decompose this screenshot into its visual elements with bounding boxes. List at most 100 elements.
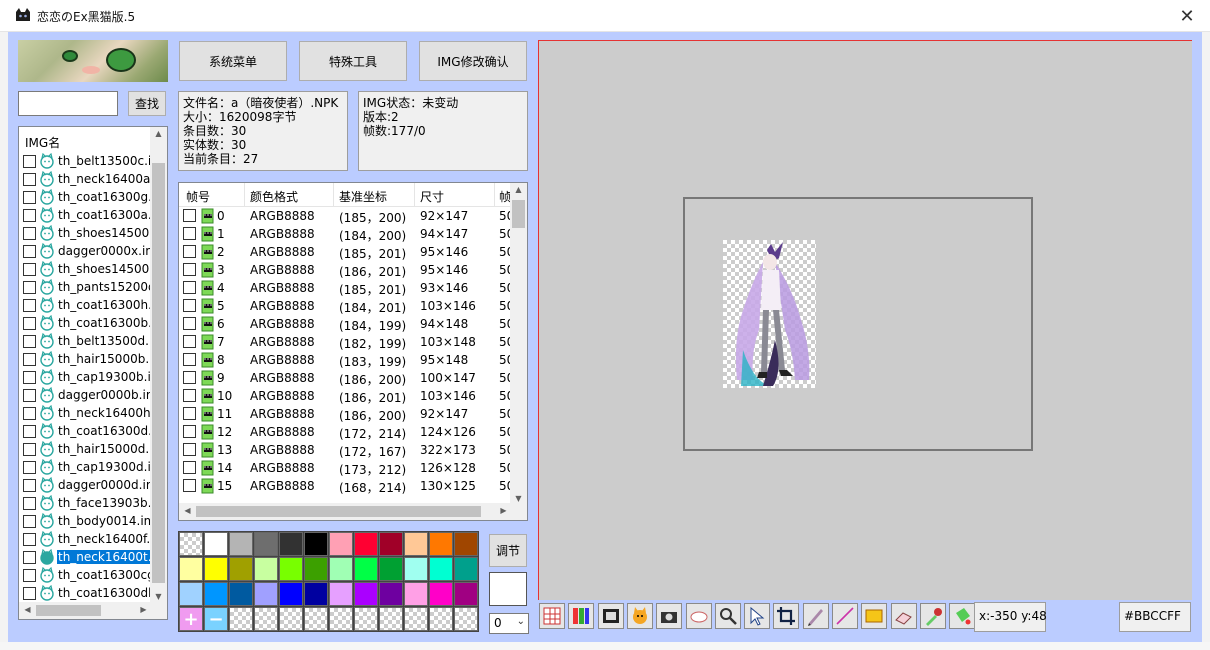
img-list-item[interactable]: dagger0000b.img: [19, 386, 152, 404]
img-list[interactable]: IMG名 th_belt13500c.img th_neck16400a.imgt…: [18, 126, 168, 620]
color-swatch[interactable]: [379, 532, 403, 556]
table-row[interactable]: 4 ARGB8888 (185，201) 93×146 50: [179, 279, 514, 297]
col-base-coord[interactable]: 基准坐标: [339, 188, 387, 205]
img-list-item[interactable]: th_cap19300b.img: [19, 368, 152, 386]
img-list-item[interactable]: th_coat16300g.img: [19, 188, 152, 206]
color-swatch[interactable]: [429, 532, 453, 556]
empty-swatch[interactable]: [329, 607, 353, 631]
img-list-hscroll[interactable]: ◀ ▶: [19, 602, 152, 619]
color-swatch[interactable]: [304, 532, 328, 556]
checkbox[interactable]: [23, 298, 36, 312]
scroll-left-icon[interactable]: ◀: [19, 605, 36, 614]
table-row[interactable]: 7 ARGB8888 (182，199) 103×148 50: [179, 333, 514, 351]
color-swatch[interactable]: [354, 532, 378, 556]
checkbox[interactable]: [23, 226, 36, 240]
img-list-item[interactable]: th_neck16400a.img: [19, 170, 152, 188]
checkbox[interactable]: [23, 208, 36, 222]
color-swatch[interactable]: [179, 532, 203, 556]
checkbox[interactable]: [23, 460, 36, 474]
img-list-item[interactable]: th_hair15000b.img: [19, 350, 152, 368]
color-swatch[interactable]: [179, 582, 203, 606]
cat-tool-button[interactable]: [626, 603, 653, 629]
color-swatch[interactable]: [204, 557, 228, 581]
frame-table-hscroll[interactable]: ◀ ▶: [179, 503, 527, 520]
checkbox[interactable]: [23, 352, 36, 366]
scroll-right-icon[interactable]: ▶: [495, 506, 512, 515]
checkbox[interactable]: [183, 263, 196, 276]
close-button[interactable]: ✕: [1164, 0, 1210, 32]
img-list-item[interactable]: dagger0000x.img: [19, 242, 152, 260]
img-list-item[interactable]: th_cap19300d.img: [19, 458, 152, 476]
checkbox[interactable]: [183, 371, 196, 384]
checkbox[interactable]: [183, 245, 196, 258]
scroll-thumb[interactable]: [512, 200, 525, 228]
checkbox[interactable]: [23, 280, 36, 294]
color-swatch[interactable]: [404, 582, 428, 606]
color-swatch[interactable]: [229, 557, 253, 581]
table-row[interactable]: 8 ARGB8888 (183，199) 95×148 50: [179, 351, 514, 369]
color-swatch[interactable]: [354, 582, 378, 606]
col-size[interactable]: 尺寸: [420, 188, 444, 205]
adjust-button[interactable]: 调节: [489, 534, 527, 567]
table-row[interactable]: 1 ARGB8888 (184，200) 94×147 50: [179, 225, 514, 243]
table-row[interactable]: 10 ARGB8888 (186，201) 103×146 50: [179, 387, 514, 405]
pointer-tool-button[interactable]: [744, 603, 771, 629]
color-swatch[interactable]: [454, 557, 478, 581]
empty-swatch[interactable]: [279, 607, 303, 631]
img-confirm-button[interactable]: IMG修改确认: [419, 41, 527, 81]
color-swatch[interactable]: [229, 532, 253, 556]
checkbox[interactable]: [183, 299, 196, 312]
table-row[interactable]: 13 ARGB8888 (172，167) 322×173 50: [179, 441, 514, 459]
scroll-up-icon[interactable]: ▲: [150, 129, 167, 138]
img-list-item[interactable]: th_coat16300b.img: [19, 314, 152, 332]
checkbox[interactable]: [23, 334, 36, 348]
preview-canvas[interactable]: [538, 40, 1192, 600]
color-swatch[interactable]: [404, 557, 428, 581]
color-swatch[interactable]: [454, 532, 478, 556]
bucket-button[interactable]: [949, 603, 976, 629]
checkbox[interactable]: [183, 407, 196, 420]
checkbox[interactable]: [183, 425, 196, 438]
color-swatch[interactable]: [254, 532, 278, 556]
color-swatch[interactable]: [279, 532, 303, 556]
img-list-item[interactable]: th_coat16300a.img: [19, 206, 152, 224]
color-swatch[interactable]: [379, 557, 403, 581]
img-list-item[interactable]: th_coat16300dh.img: [19, 584, 152, 602]
col-color-format[interactable]: 颜色格式: [250, 188, 298, 205]
checkbox[interactable]: [23, 154, 36, 168]
checkbox[interactable]: [183, 209, 196, 222]
img-list-item[interactable]: th_neck16400t.img: [19, 548, 152, 566]
color-swatch[interactable]: [304, 582, 328, 606]
img-list-item[interactable]: th_body0014.img: [19, 512, 152, 530]
checkbox[interactable]: [23, 514, 36, 528]
checkbox[interactable]: [183, 281, 196, 294]
remove-color-icon[interactable]: −: [204, 607, 228, 631]
checkbox[interactable]: [23, 172, 36, 186]
table-row[interactable]: 9 ARGB8888 (186，200) 100×147 50: [179, 369, 514, 387]
img-list-item[interactable]: dagger0000d.img: [19, 476, 152, 494]
color-swatch[interactable]: [329, 582, 353, 606]
color-swatch[interactable]: [454, 582, 478, 606]
crop-button[interactable]: [773, 603, 800, 629]
checkbox[interactable]: [183, 353, 196, 366]
color-swatch[interactable]: [354, 557, 378, 581]
camera-tool-button[interactable]: [656, 603, 683, 629]
color-swatch[interactable]: [229, 582, 253, 606]
color-swatch[interactable]: [304, 557, 328, 581]
color-swatch[interactable]: [254, 582, 278, 606]
col-frame-id[interactable]: 帧号: [186, 188, 210, 205]
color-swatch[interactable]: [429, 557, 453, 581]
checkbox[interactable]: [23, 406, 36, 420]
hscroll-thumb[interactable]: [36, 605, 101, 616]
zoom-select[interactable]: 0 ⌄: [489, 613, 529, 634]
scroll-down-icon[interactable]: ▼: [510, 494, 527, 503]
scroll-left-icon[interactable]: ◀: [179, 506, 196, 515]
table-row[interactable]: 3 ARGB8888 (186，201) 95×146 50: [179, 261, 514, 279]
img-list-item[interactable]: th_neck16400f.img: [19, 530, 152, 548]
add-color-icon[interactable]: +: [179, 607, 203, 631]
checkbox[interactable]: [23, 190, 36, 204]
empty-swatch[interactable]: [454, 607, 478, 631]
checkbox[interactable]: [23, 550, 36, 564]
table-row[interactable]: 12 ARGB8888 (172，214) 124×126 50: [179, 423, 514, 441]
checkbox[interactable]: [23, 496, 36, 510]
